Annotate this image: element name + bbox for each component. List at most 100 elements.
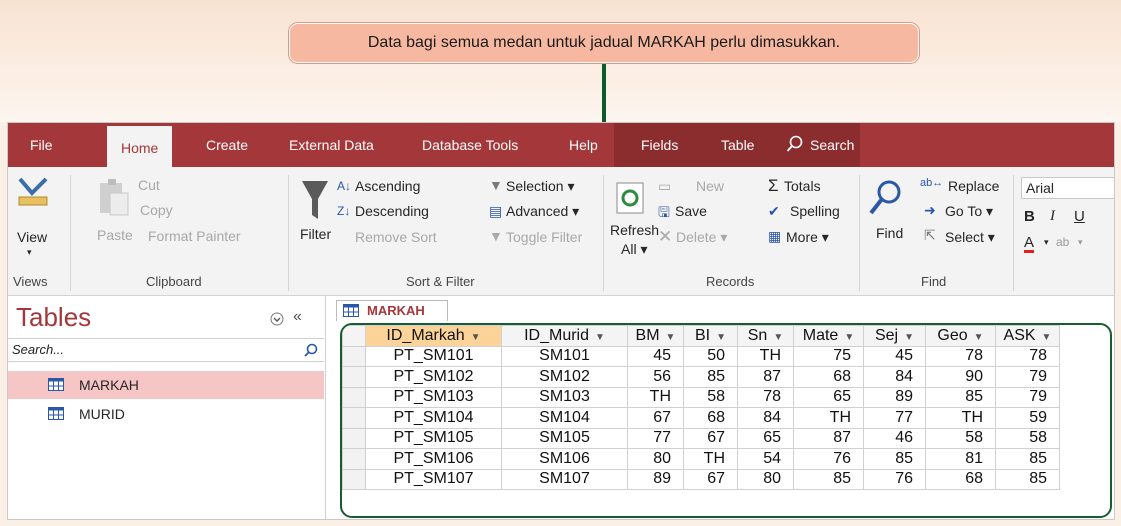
nav-search-box[interactable]: Search... (8, 338, 324, 362)
tab-database-tools[interactable]: Database Tools (422, 123, 518, 167)
delete-record-button[interactable]: Delete ▾ (676, 229, 727, 246)
table-cell[interactable]: 85 (863, 448, 926, 470)
table-cell[interactable]: 84 (737, 407, 794, 429)
tab-file[interactable]: File (30, 123, 53, 167)
select-button[interactable]: Select ▾ (945, 229, 995, 246)
view-dropdown-arrow[interactable]: ▾ (27, 247, 32, 258)
select-all-corner[interactable] (342, 325, 366, 347)
tab-external-data[interactable]: External Data (289, 123, 374, 167)
table-cell[interactable]: 77 (863, 407, 926, 429)
column-header[interactable]: BI ▼ (683, 325, 738, 347)
table-cell[interactable]: SM107 (501, 468, 628, 490)
selection-button[interactable]: Selection ▾ (506, 178, 575, 195)
collapse-pane-icon[interactable]: « (293, 308, 302, 326)
table-row[interactable]: PT_SM104 SM104 67 68 84 TH 77 TH 59 (342, 407, 1060, 429)
filter-button[interactable]: Filter (300, 226, 331, 242)
table-cell[interactable]: 67 (683, 468, 738, 490)
record-selector[interactable] (342, 345, 366, 367)
save-record-icon[interactable]: 🖫 (658, 202, 670, 226)
paste-icon[interactable] (98, 177, 130, 217)
column-header[interactable]: ID_Markah ▼ (365, 325, 502, 347)
table-cell[interactable]: 59 (995, 407, 1060, 429)
table-cell[interactable]: SM104 (501, 407, 628, 429)
table-cell[interactable]: 58 (683, 386, 738, 408)
table-cell[interactable]: 68 (683, 407, 738, 429)
format-painter-button[interactable]: Format Painter (148, 228, 241, 244)
table-cell[interactable]: 90 (925, 366, 996, 388)
table-cell[interactable]: 56 (627, 366, 684, 388)
table-cell[interactable]: 79 (995, 366, 1060, 388)
nav-search-icon[interactable] (304, 343, 318, 357)
table-cell[interactable]: PT_SM107 (365, 468, 502, 490)
table-cell[interactable]: 85 (925, 386, 996, 408)
sort-ascending-icon[interactable]: A↓ (337, 179, 351, 193)
table-cell[interactable]: SM106 (501, 448, 628, 470)
copy-button[interactable]: Copy (140, 202, 173, 218)
nav-item-markah[interactable]: MARKAH (8, 371, 324, 399)
column-dropdown-icon[interactable]: ▼ (595, 332, 605, 343)
table-cell[interactable]: 67 (627, 407, 684, 429)
tab-fields[interactable]: Fields (641, 123, 678, 167)
table-row[interactable]: PT_SM107 SM107 89 67 80 85 76 68 85 (342, 468, 1060, 490)
record-selector[interactable] (342, 448, 366, 470)
tab-home[interactable]: Home (107, 123, 173, 167)
filter-icon[interactable] (300, 179, 330, 223)
table-cell[interactable]: 78 (737, 386, 794, 408)
view-icon[interactable] (16, 175, 50, 209)
table-cell[interactable]: 46 (863, 427, 926, 449)
tab-table[interactable]: Table (721, 123, 754, 167)
column-dropdown-icon[interactable]: ▼ (904, 332, 914, 343)
column-header[interactable]: Mate ▼ (793, 325, 864, 347)
table-cell[interactable]: PT_SM106 (365, 448, 502, 470)
descending-button[interactable]: Descending (355, 203, 429, 219)
table-cell[interactable]: PT_SM102 (365, 366, 502, 388)
save-record-button[interactable]: Save (675, 203, 707, 219)
record-selector[interactable] (342, 386, 366, 408)
find-icon[interactable] (868, 179, 904, 219)
record-selector[interactable] (342, 427, 366, 449)
totals-icon[interactable]: Σ (768, 176, 779, 196)
table-cell[interactable]: 78 (995, 345, 1060, 367)
column-header[interactable]: Sej ▼ (863, 325, 926, 347)
goto-icon[interactable]: ➜ (924, 202, 936, 219)
font-name-box[interactable]: Arial (1021, 177, 1114, 199)
new-record-button[interactable]: New (696, 178, 724, 194)
table-cell[interactable]: 87 (737, 366, 794, 388)
more-button[interactable]: More ▾ (786, 229, 829, 246)
bold-button[interactable]: B (1024, 208, 1035, 225)
paste-button[interactable]: Paste (97, 227, 133, 243)
table-cell[interactable]: TH (627, 386, 684, 408)
font-color-button[interactable]: A (1024, 235, 1035, 253)
table-cell[interactable]: 85 (995, 448, 1060, 470)
table-cell[interactable]: 58 (995, 427, 1060, 449)
sort-descending-icon[interactable]: Z↓ (337, 204, 350, 218)
column-header[interactable]: Sn ▼ (737, 325, 794, 347)
replace-button[interactable]: Replace (948, 178, 999, 194)
table-row[interactable]: PT_SM101 SM101 45 50 TH 75 45 78 78 (342, 345, 1060, 367)
table-cell[interactable]: 75 (793, 345, 864, 367)
table-cell[interactable]: 85 (995, 468, 1060, 490)
column-dropdown-icon[interactable]: ▼ (844, 332, 854, 343)
table-cell[interactable]: PT_SM104 (365, 407, 502, 429)
toggle-filter-button[interactable]: Toggle Filter (506, 229, 582, 245)
table-cell[interactable]: SM101 (501, 345, 628, 367)
tab-help[interactable]: Help (569, 123, 598, 167)
table-cell[interactable]: 85 (793, 468, 864, 490)
table-cell[interactable]: SM105 (501, 427, 628, 449)
table-cell[interactable]: 81 (925, 448, 996, 470)
table-cell[interactable]: 45 (863, 345, 926, 367)
table-cell[interactable]: 89 (863, 386, 926, 408)
table-cell[interactable]: 58 (925, 427, 996, 449)
select-cursor-icon[interactable]: ⇱ (924, 227, 936, 244)
table-cell[interactable]: 67 (683, 427, 738, 449)
table-cell[interactable]: SM103 (501, 386, 628, 408)
table-cell[interactable]: 87 (793, 427, 864, 449)
font-color-dropdown[interactable]: ▾ (1044, 237, 1049, 248)
table-cell[interactable]: TH (737, 345, 794, 367)
ascending-button[interactable]: Ascending (355, 178, 420, 194)
highlight-color-icon[interactable]: ab (1056, 235, 1069, 249)
selection-filter-icon[interactable]: ▼ (489, 177, 503, 193)
highlight-color-dropdown[interactable]: ▾ (1078, 237, 1083, 248)
nav-menu-chevron-icon[interactable] (270, 312, 284, 326)
table-cell[interactable]: 77 (627, 427, 684, 449)
